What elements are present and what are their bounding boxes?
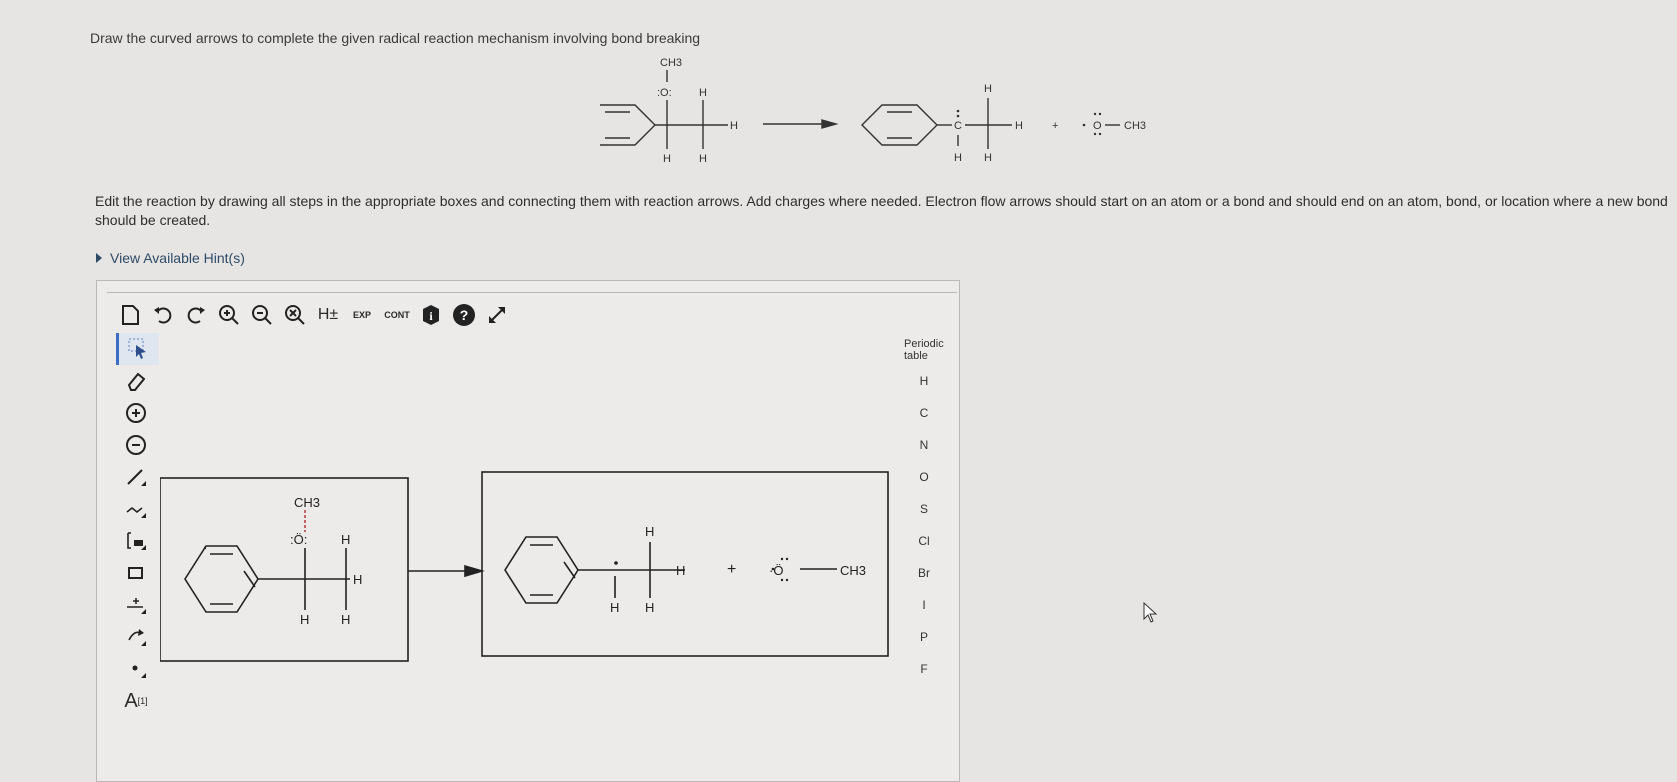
box2-h-bottom2-label: H — [645, 600, 654, 615]
element-o[interactable]: O — [904, 461, 944, 493]
text-tool-icon[interactable]: A [1] — [116, 685, 156, 717]
negative-charge-icon[interactable] — [116, 429, 156, 461]
element-s[interactable]: S — [904, 493, 944, 525]
contract-button[interactable]: CONT — [382, 301, 412, 329]
element-p[interactable]: P — [904, 621, 944, 653]
ref-prod-h-right: H — [1015, 120, 1023, 132]
question-prompt: Draw the curved arrows to complete the g… — [90, 30, 701, 46]
instructions-text: Edit the reaction by drawing all steps i… — [95, 193, 1668, 228]
expand-button[interactable]: EXP — [347, 301, 377, 329]
box2-plus-label: + — [727, 561, 736, 578]
undo-icon[interactable] — [149, 301, 177, 329]
box1-ch3-label: CH3 — [294, 495, 320, 510]
ref-prod-h-top: H — [984, 83, 992, 95]
eraser-icon[interactable] — [116, 365, 156, 397]
box2-h-right-label: H — [676, 563, 685, 578]
rectangle-tool-icon[interactable] — [116, 557, 156, 589]
ref-prod-o: O — [1093, 120, 1102, 132]
left-toolbar: A [1] — [116, 333, 160, 717]
help-icon[interactable]: ? — [450, 301, 478, 329]
box1-h-top-label: H — [341, 532, 350, 547]
redo-icon[interactable] — [182, 301, 210, 329]
reactant-benzene-ring — [184, 545, 259, 613]
editor-toolbar: H± EXP CONT i ? — [116, 300, 511, 330]
toggle-hydrogens-button[interactable]: H± — [314, 301, 342, 329]
svg-text:?: ? — [460, 307, 469, 323]
ref-prod-c: C — [954, 120, 962, 132]
box1-h-bottom2-label: H — [341, 612, 350, 627]
curved-arrow-icon[interactable] — [116, 621, 156, 653]
ref-prod-h-bottom2: H — [984, 152, 992, 164]
element-c[interactable]: C — [904, 397, 944, 429]
box1-h-right-label: H — [353, 572, 362, 587]
box2-h-top-label: H — [645, 524, 654, 539]
drawing-canvas[interactable]: CH3 :Ö: H H H H H H H H + ·Ö CH3 — [160, 330, 910, 770]
view-hints-label: View Available Hint(s) — [110, 250, 245, 266]
template-tool-icon[interactable] — [116, 525, 156, 557]
periodic-table-button[interactable]: Periodic table — [904, 335, 944, 365]
element-palette: Periodic table H C N O S Cl Br I P F — [904, 335, 944, 685]
reactant-box — [160, 477, 409, 662]
new-document-icon[interactable] — [116, 301, 144, 329]
editor-divider — [107, 292, 957, 293]
text-tool-superscript: [1] — [137, 696, 148, 706]
expand-triangle-icon — [96, 253, 102, 263]
element-i[interactable]: I — [904, 589, 944, 621]
chain-tool-icon[interactable] — [116, 493, 156, 525]
ref-h-bottom2: H — [699, 153, 707, 165]
radical-dot-icon[interactable] — [116, 653, 156, 685]
zoom-out-icon[interactable] — [248, 301, 276, 329]
reaction-arrow-icon[interactable] — [116, 589, 156, 621]
zoom-reset-icon[interactable] — [281, 301, 309, 329]
element-br[interactable]: Br — [904, 557, 944, 589]
box2-h-bottom1-label: H — [610, 600, 619, 615]
view-hints-link[interactable]: View Available Hint(s) — [96, 250, 245, 266]
single-bond-icon[interactable] — [116, 461, 156, 493]
mouse-cursor-icon — [1143, 602, 1158, 623]
element-cl[interactable]: Cl — [904, 525, 944, 557]
element-h[interactable]: H — [904, 365, 944, 397]
positive-charge-icon[interactable] — [116, 397, 156, 429]
ref-prod-ch3: CH3 — [1124, 120, 1146, 132]
ref-h-right: H — [730, 120, 738, 132]
ref-ch3: CH3 — [660, 57, 682, 69]
ref-h-bottom1: H — [663, 153, 671, 165]
ref-h-top: H — [699, 87, 707, 99]
info-icon[interactable]: i — [417, 301, 445, 329]
fullscreen-icon[interactable] — [483, 301, 511, 329]
element-n[interactable]: N — [904, 429, 944, 461]
box1-oxygen-label: :Ö: — [290, 532, 307, 547]
select-tool-icon[interactable] — [116, 333, 159, 365]
box2-ch3-label: CH3 — [840, 563, 866, 578]
ref-prod-h-bottom1: H — [954, 152, 962, 164]
ref-oxygen: :O: — [657, 87, 672, 99]
box2-oxygen-label: ·Ö — [769, 563, 783, 578]
text-tool-label: A — [124, 689, 138, 712]
element-f[interactable]: F — [904, 653, 944, 685]
ref-plus: + — [1052, 120, 1058, 132]
box1-h-bottom1-label: H — [300, 612, 309, 627]
product-benzene-ring — [504, 536, 579, 604]
zoom-in-icon[interactable] — [215, 301, 243, 329]
reaction-reference-image: CH3 :O: H H H H H C H H H + O CH3 — [600, 57, 1146, 165]
